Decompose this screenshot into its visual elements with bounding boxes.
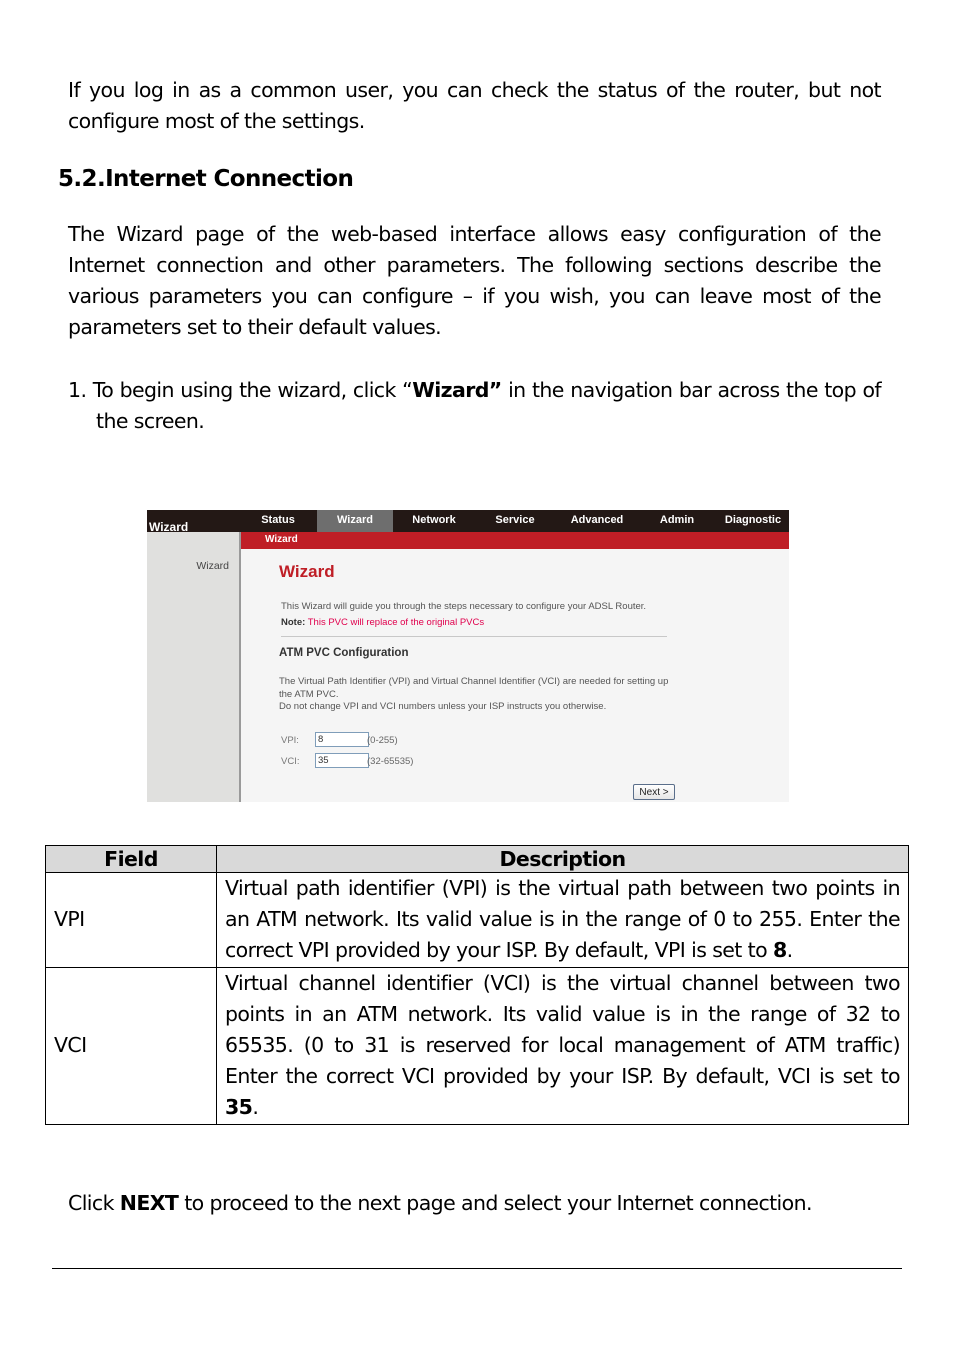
step-number: 1. [68, 378, 87, 402]
default-value: 8 [772, 938, 787, 963]
table-header-row: Field Description [45, 845, 909, 873]
sidebar-item-wizard[interactable]: Wizard [196, 560, 229, 572]
vci-label: VCI: [281, 756, 300, 767]
divider [281, 636, 667, 637]
description-line-1: The Virtual Path Identifier (VPI) and Vi… [279, 676, 669, 700]
nav-service[interactable]: Service [475, 510, 555, 532]
closing-after: to proceed to the next page and select y… [178, 1191, 812, 1215]
vci-input[interactable] [315, 753, 369, 768]
top-nav-bar: Wizard Status Wizard Network Service Adv… [147, 510, 789, 534]
main-nav: Status Wizard Network Service Advanced A… [239, 510, 789, 532]
field-description: Virtual path identifier (VPI) is the vir… [216, 872, 909, 968]
table-row: VPI Virtual path identifier (VPI) is the… [45, 872, 909, 968]
description-text: Virtual path identifier (VPI) is the vir… [225, 876, 901, 963]
page-title: Wizard [279, 562, 335, 581]
header-description: Description [216, 845, 909, 873]
step-text-bold: Wizard” [412, 378, 502, 402]
description-text: Virtual channel identifier (VCI) is the … [225, 970, 901, 1089]
field-name: VPI [45, 872, 217, 968]
footer-rule [52, 1268, 902, 1269]
nav-diagnostic[interactable]: Diagnostic [715, 510, 789, 532]
vci-range: (32-65535) [367, 756, 414, 767]
field-table: Field Description VPI Virtual path ident… [45, 845, 909, 1125]
closing-bold: NEXT [119, 1191, 179, 1215]
router-wizard-screenshot: Wizard Status Wizard Network Service Adv… [147, 510, 789, 802]
closing-before: Click [68, 1191, 120, 1215]
vpi-label: VPI: [281, 735, 299, 746]
note-text: This PVC will replace of the original PV… [305, 617, 485, 628]
nav-advanced[interactable]: Advanced [555, 510, 639, 532]
header-field: Field [45, 845, 217, 873]
step-text-before: To begin using the wizard, click “ [92, 378, 413, 402]
description-end: . [252, 1095, 259, 1120]
sidebar: Wizard [147, 532, 241, 802]
field-description: Virtual channel identifier (VCI) is the … [216, 966, 909, 1125]
wizard-note: Note: This PVC will replace of the origi… [281, 617, 484, 628]
nav-network[interactable]: Network [393, 510, 475, 532]
nav-admin[interactable]: Admin [639, 510, 715, 532]
intro-paragraph: If you log in as a common user, you can … [68, 78, 882, 133]
description-line-2: Do not change VPI and VCI numbers unless… [279, 701, 607, 712]
vpi-input[interactable] [315, 732, 369, 747]
note-label: Note: [281, 617, 306, 628]
sub-nav-bar: Wizard [239, 532, 789, 549]
section-heading: 5.2.Internet Connection [58, 166, 354, 192]
field-name: VCI [45, 966, 217, 1125]
description-end: . [786, 938, 794, 963]
section-title: ATM PVC Configuration [279, 647, 409, 659]
section-paragraph: The Wizard page of the web-based interfa… [68, 222, 882, 339]
subnav-wizard[interactable]: Wizard [265, 534, 298, 545]
nav-status[interactable]: Status [239, 510, 317, 532]
section-description: The Virtual Path Identifier (VPI) and Vi… [279, 676, 679, 714]
wizard-intro: This Wizard will guide you through the s… [281, 601, 647, 612]
closing-paragraph: Click NEXT to proceed to the next page a… [68, 1188, 813, 1219]
table-row: VCI Virtual channel identifier (VCI) is … [45, 966, 909, 1125]
vpi-range: (0-255) [367, 735, 398, 746]
default-value: 35 [225, 1095, 253, 1120]
step-1: 1. To begin using the wizard, click “Wiz… [68, 375, 882, 437]
nav-wizard[interactable]: Wizard [317, 510, 393, 532]
next-button[interactable]: Next > [633, 784, 675, 800]
